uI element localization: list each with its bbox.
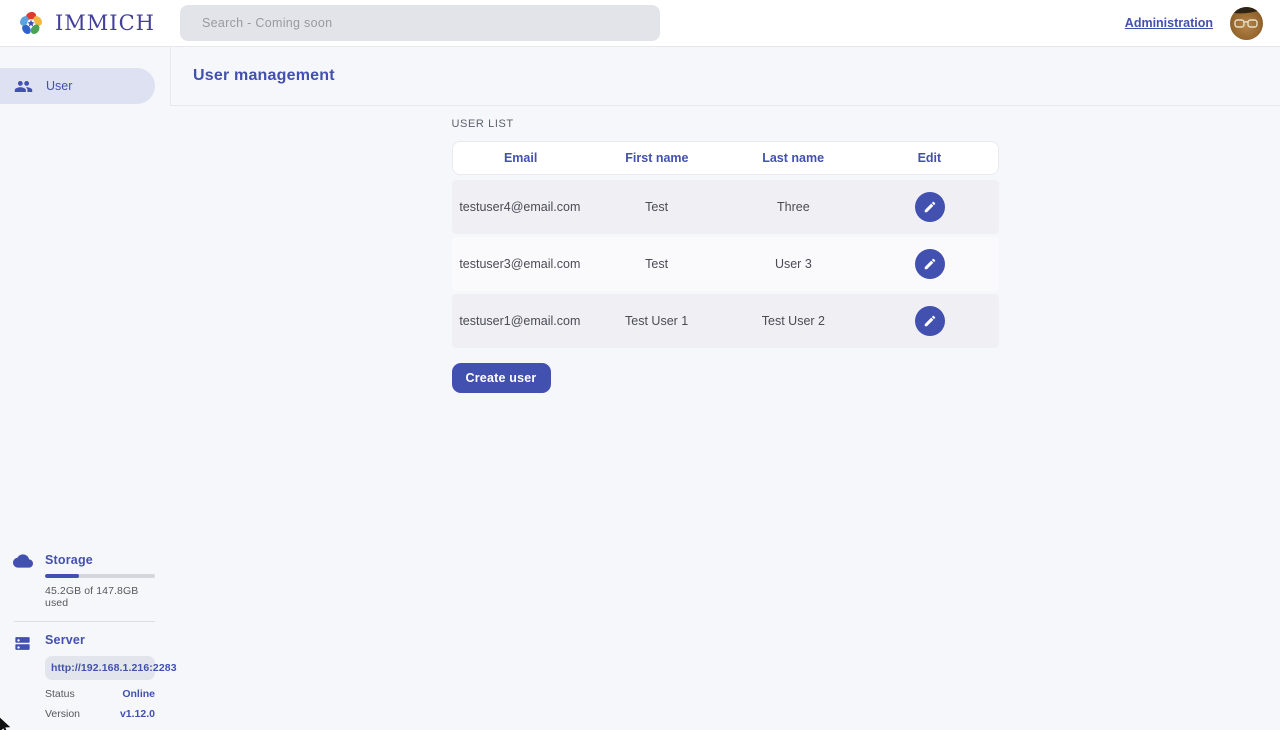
storage-progress-fill xyxy=(45,574,79,578)
section-title: USER LIST xyxy=(452,118,514,130)
app-logo[interactable]: IMMICH xyxy=(16,8,155,38)
table-row: testuser4@email.com Test Three xyxy=(452,180,999,234)
edit-user-button[interactable] xyxy=(915,249,945,279)
header-email: Email xyxy=(453,151,589,165)
sidebar-divider xyxy=(14,621,155,622)
header-edit: Edit xyxy=(861,151,997,165)
page-header: User management xyxy=(170,47,1280,106)
pencil-icon xyxy=(923,314,937,328)
cell-last-name: Test User 2 xyxy=(725,314,862,328)
cell-first-name: Test xyxy=(588,257,725,271)
header-first-name: First name xyxy=(589,151,725,165)
server-url: http://192.168.1.216:2283 xyxy=(45,656,155,680)
top-bar: IMMICH Administration xyxy=(0,0,1280,47)
cell-last-name: Three xyxy=(725,200,862,214)
sidebar-item-label: User xyxy=(46,79,72,93)
immich-admin-page: { "topbar": { "logo_text": "IMMICH", "se… xyxy=(0,0,1280,730)
edit-user-button[interactable] xyxy=(915,192,945,222)
table-row: testuser1@email.com Test User 1 Test Use… xyxy=(452,294,999,348)
status-label: Status xyxy=(45,688,75,700)
storage-title: Storage xyxy=(45,553,155,567)
user-list-panel: USER LIST Email First name Last name Edi… xyxy=(452,106,999,393)
cell-first-name: Test User 1 xyxy=(588,314,725,328)
server-section: Server http://192.168.1.216:2283 Status … xyxy=(0,633,170,720)
search-input[interactable] xyxy=(180,5,660,41)
server-version-row: Version v1.12.0 xyxy=(45,708,155,720)
status-value: Online xyxy=(122,688,155,700)
immich-flower-icon xyxy=(16,8,46,38)
table-row: testuser3@email.com Test User 3 xyxy=(452,237,999,291)
server-status-row: Status Online xyxy=(45,688,155,700)
table-body: testuser4@email.com Test Three testuser3… xyxy=(452,180,999,351)
create-user-button[interactable]: Create user xyxy=(452,363,551,393)
app-title: IMMICH xyxy=(55,11,155,35)
users-icon xyxy=(14,77,33,96)
pencil-icon xyxy=(923,257,937,271)
topbar-actions: Administration xyxy=(1125,7,1263,40)
server-icon xyxy=(13,633,33,720)
administration-link[interactable]: Administration xyxy=(1125,16,1213,30)
cell-first-name: Test xyxy=(588,200,725,214)
server-title: Server xyxy=(45,633,155,647)
storage-usage-text: 45.2GB of 147.8GB used xyxy=(45,585,155,609)
sidebar: User Storage 45.2GB of 147.8GB used xyxy=(0,47,170,730)
storage-progress-bar xyxy=(45,574,155,578)
cell-email: testuser1@email.com xyxy=(452,314,589,328)
pencil-icon xyxy=(923,200,937,214)
table-header-row: Email First name Last name Edit xyxy=(452,141,999,175)
edit-user-button[interactable] xyxy=(915,306,945,336)
sidebar-status-panel: Storage 45.2GB of 147.8GB used Server ht… xyxy=(0,553,170,720)
version-label: Version xyxy=(45,708,80,720)
user-avatar[interactable] xyxy=(1230,7,1263,40)
version-value: v1.12.0 xyxy=(120,708,155,720)
cell-email: testuser4@email.com xyxy=(452,200,589,214)
sidebar-item-user[interactable]: User xyxy=(0,68,155,104)
header-last-name: Last name xyxy=(725,151,861,165)
cloud-icon xyxy=(13,553,33,609)
main-content: User management USER LIST Email First na… xyxy=(170,47,1280,730)
storage-section: Storage 45.2GB of 147.8GB used xyxy=(0,553,170,609)
page-title: User management xyxy=(193,67,335,85)
cell-email: testuser3@email.com xyxy=(452,257,589,271)
glasses-icon xyxy=(1234,18,1259,30)
cell-last-name: User 3 xyxy=(725,257,862,271)
